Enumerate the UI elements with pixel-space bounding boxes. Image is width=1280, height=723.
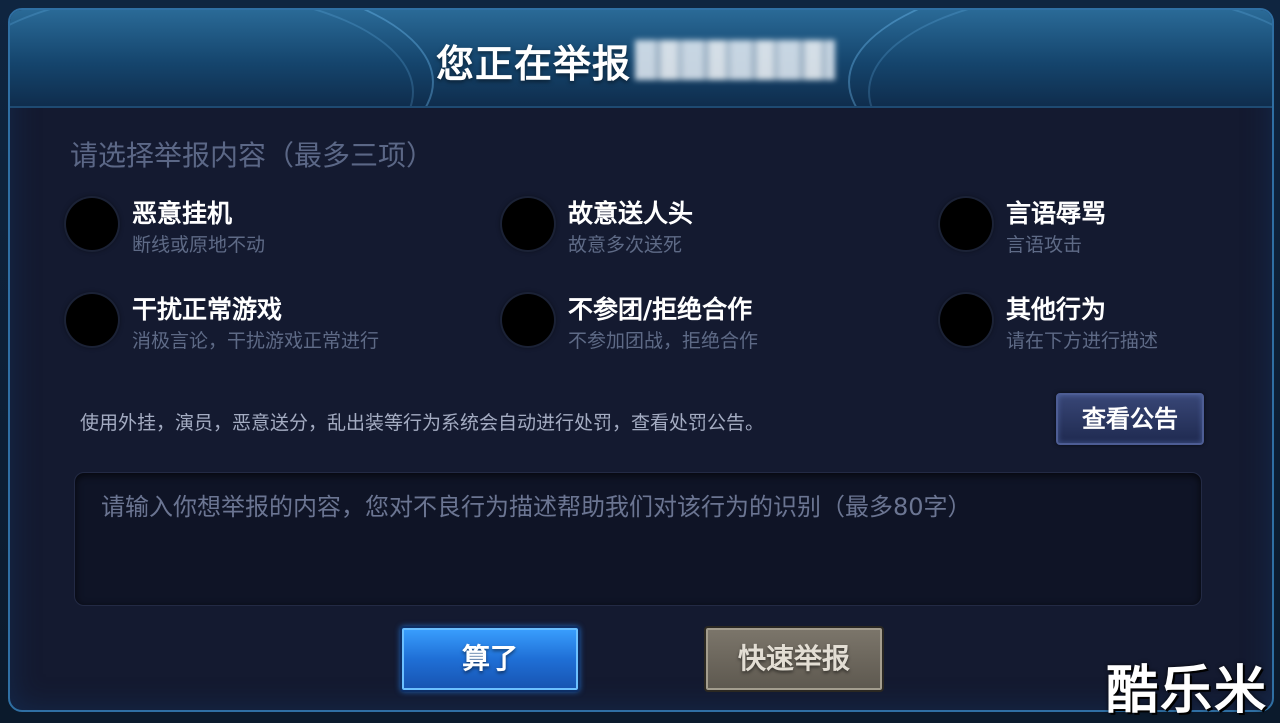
radio-button[interactable] [940,294,992,346]
radio-button[interactable] [502,198,554,250]
option-label: 故意送人头 [568,199,694,228]
report-dialog: 您正在举报 请选择举报内容（最多三项） 恶意挂机 断线或原地不动 故意送人头 故… [8,8,1274,712]
radio-button[interactable] [502,294,554,346]
option-description: 请在下方进行描述 [1006,330,1159,352]
report-option-feeding[interactable]: 故意送人头 故意多次送死 [502,194,862,264]
option-label: 干扰正常游戏 [132,295,283,324]
option-description: 故意多次送死 [568,234,683,256]
option-label: 其他行为 [1006,295,1107,324]
option-description: 不参加团战，拒绝合作 [568,330,759,352]
dialog-title: 您正在举报 [436,41,632,86]
view-announcement-button[interactable]: 查看公告 [1056,393,1204,445]
option-label: 恶意挂机 [132,199,233,228]
radio-button[interactable] [66,294,118,346]
game-screen: 您正在举报 请选择举报内容（最多三项） 恶意挂机 断线或原地不动 故意送人头 故… [0,0,1280,721]
report-description-input[interactable] [74,472,1202,606]
header-decoration-arc [10,10,414,106]
report-option-other[interactable]: 其他行为 请在下方进行描述 [940,290,1272,360]
radio-button[interactable] [66,198,118,250]
watermark-logo: 酷乐米 [1106,661,1269,721]
report-option-verbal-abuse[interactable]: 言语辱骂 言语攻击 [940,194,1272,264]
penalty-notice-text: 使用外挂，演员，恶意送分，乱出装等行为系统会自动进行处罚，查看处罚公告。 [80,412,765,434]
option-description: 消极言论，干扰游戏正常进行 [132,330,380,352]
dialog-title-row: 您正在举报 [436,32,836,88]
header-decoration-arc [868,10,1272,106]
quick-report-button[interactable]: 快速举报 [704,626,884,692]
cancel-button[interactable]: 算了 [400,626,580,692]
radio-button[interactable] [940,198,992,250]
section-title: 请选择举报内容（最多三项） [70,139,435,172]
option-description: 言语攻击 [1006,234,1083,256]
report-option-disrupt-game[interactable]: 干扰正常游戏 消极言论，干扰游戏正常进行 [66,290,426,360]
option-label: 不参团/拒绝合作 [568,295,753,324]
dialog-header: 您正在举报 [10,10,1272,108]
option-description: 断线或原地不动 [132,234,266,256]
blurred-player-name [635,40,836,80]
option-label: 言语辱骂 [1006,199,1107,228]
report-option-no-teamwork[interactable]: 不参团/拒绝合作 不参加团战，拒绝合作 [502,290,862,360]
report-option-afk[interactable]: 恶意挂机 断线或原地不动 [66,194,426,264]
